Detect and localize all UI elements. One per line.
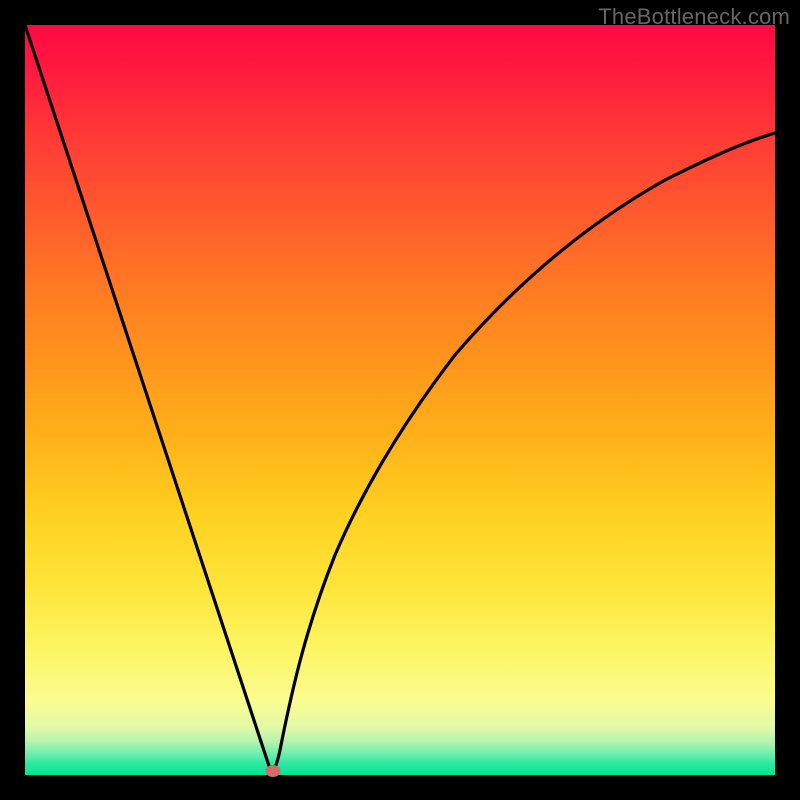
plot-area [25,25,775,775]
bottleneck-curve [25,25,775,775]
curve-path [25,25,775,775]
chart-frame: TheBottleneck.com [0,0,800,800]
minimum-marker-dot [266,765,281,777]
